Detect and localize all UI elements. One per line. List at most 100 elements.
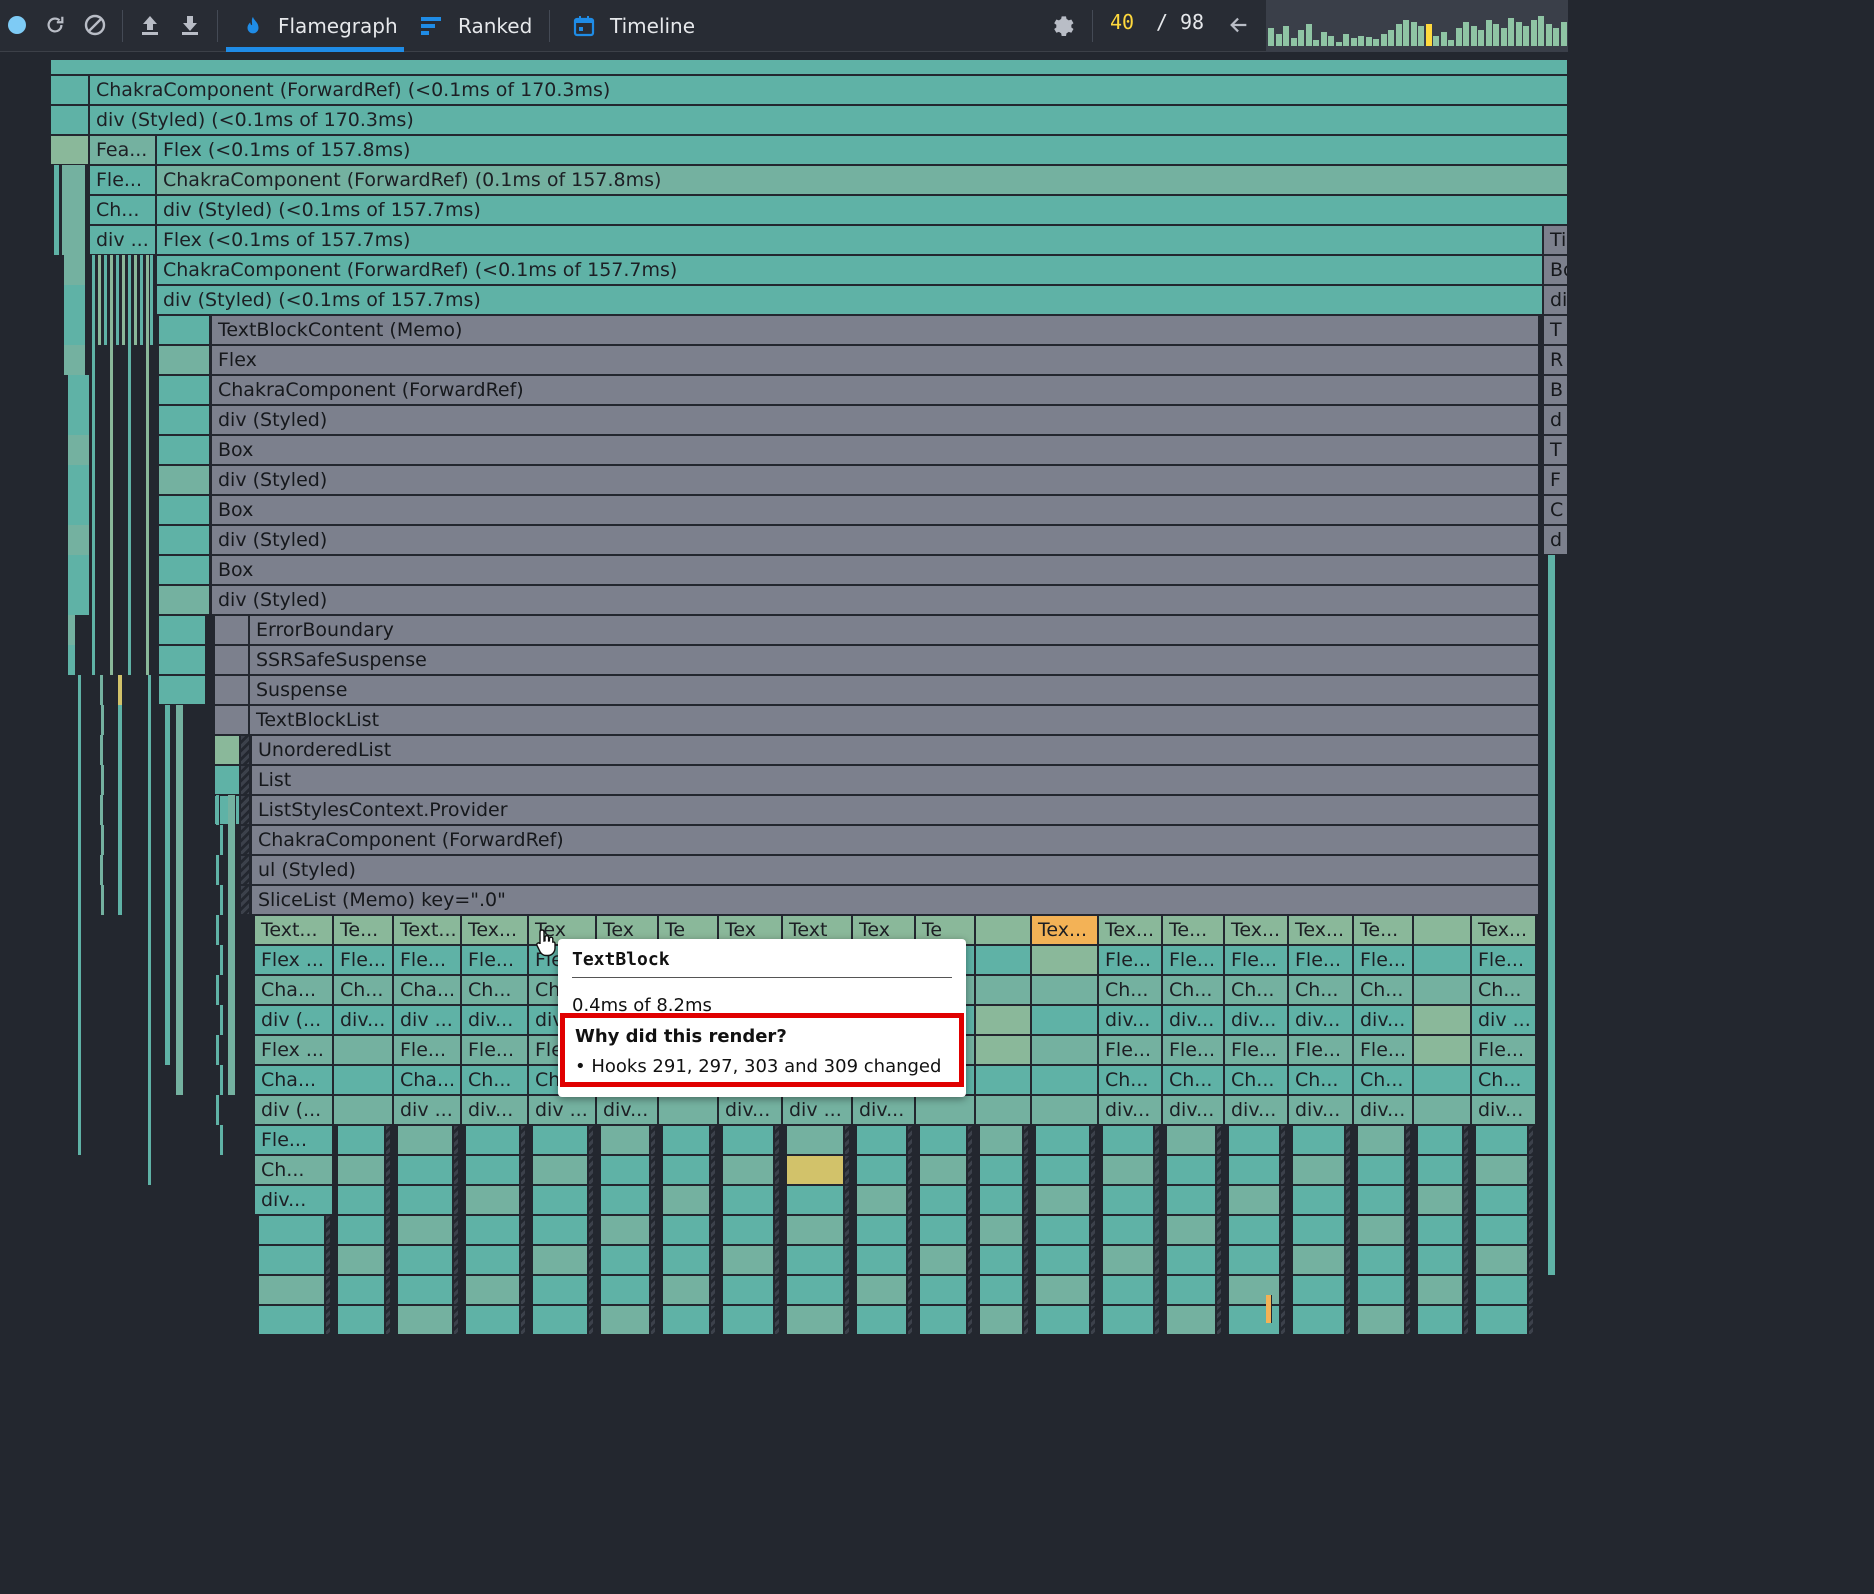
flame-node-slice[interactable] <box>101 765 105 795</box>
flame-node-leaf[interactable]: Tex... <box>1288 915 1353 945</box>
flame-node-edge[interactable]: C <box>1543 495 1568 525</box>
record-button[interactable] <box>0 8 34 42</box>
flame-node-slice[interactable] <box>110 495 114 525</box>
load-profile-button[interactable] <box>133 8 167 42</box>
flame-node-hatched[interactable] <box>453 1185 459 1215</box>
flame-node-leaf[interactable]: Fle... <box>333 945 393 975</box>
flame-node-slice[interactable] <box>1548 1065 1556 1095</box>
flame-node-slice[interactable] <box>1548 1185 1556 1215</box>
flame-node-hatched[interactable] <box>385 1245 391 1275</box>
flame-node-stub[interactable] <box>722 1215 774 1245</box>
flame-node-stub[interactable] <box>856 1125 907 1155</box>
flame-node-leaf[interactable]: div ... <box>528 1095 596 1125</box>
flame-node-stub[interactable] <box>979 1155 1023 1185</box>
flame-node-leaf[interactable]: Ch... <box>1162 975 1224 1005</box>
flame-node-stub[interactable] <box>1166 1125 1216 1155</box>
flame-node-leaf[interactable]: Ch... <box>254 1155 333 1185</box>
flame-node-slice[interactable] <box>228 855 236 885</box>
flame-node-hatched[interactable] <box>385 1275 391 1305</box>
flame-node-slice[interactable] <box>176 1005 184 1035</box>
flame-node-hatched[interactable] <box>325 1305 331 1334</box>
flame-node-hatched[interactable] <box>1216 1185 1222 1215</box>
flame-node-leaf[interactable]: Fle... <box>1471 945 1536 975</box>
flame-node-leaf[interactable] <box>975 1065 1031 1095</box>
flame-node-slice[interactable] <box>165 915 171 945</box>
flame-node[interactable] <box>158 315 210 345</box>
previous-commit-button[interactable] <box>1222 8 1256 42</box>
flame-node-stub[interactable] <box>1166 1155 1216 1185</box>
flame-node-slice[interactable] <box>68 435 90 465</box>
flame-node[interactable] <box>158 405 210 435</box>
flame-node-hatched[interactable] <box>1090 1125 1096 1155</box>
flame-node-hatched[interactable] <box>1405 1155 1411 1185</box>
flame-node-row-14[interactable]: Box <box>211 495 1539 525</box>
flame-node-leaf[interactable] <box>1413 1095 1471 1125</box>
flame-node-hatched[interactable] <box>588 1215 594 1245</box>
commit-bar[interactable] <box>1455 28 1462 46</box>
flame-node-row-22[interactable]: UnorderedList <box>251 735 1539 765</box>
flame-node-slice[interactable] <box>176 885 184 915</box>
flame-node-stub[interactable] <box>258 1275 325 1305</box>
flame-node-leaf[interactable] <box>915 1095 975 1125</box>
flame-node-hatched[interactable] <box>650 1245 656 1275</box>
flame-node-slice[interactable] <box>78 765 82 795</box>
flame-node-stub[interactable] <box>1357 1185 1405 1215</box>
flame-node-hatched[interactable] <box>1154 1185 1160 1215</box>
flame-node-slice[interactable] <box>148 915 152 945</box>
flame-node-stub[interactable] <box>662 1275 710 1305</box>
flame-node-stub[interactable] <box>258 1215 325 1245</box>
flame-node-hatched[interactable] <box>650 1155 656 1185</box>
flame-node-hatched[interactable] <box>385 1185 391 1215</box>
flame-node-stub[interactable] <box>532 1155 588 1185</box>
tab-ranked[interactable]: Ranked <box>420 0 532 52</box>
flame-node-slice[interactable] <box>64 345 86 375</box>
flame-node-slice[interactable] <box>228 1035 236 1065</box>
commit-bar[interactable] <box>1328 36 1334 46</box>
flame-node-stub[interactable] <box>786 1275 844 1305</box>
flame-node-hatched[interactable] <box>774 1185 780 1215</box>
flame-node-edge[interactable]: Ti <box>1543 225 1568 255</box>
flame-node-hatched[interactable] <box>1090 1155 1096 1185</box>
flame-node-slice[interactable] <box>78 735 82 765</box>
flame-node-stub[interactable] <box>1228 1215 1280 1245</box>
flame-node-slice[interactable] <box>110 345 114 375</box>
flame-node-hatched[interactable] <box>1405 1125 1411 1155</box>
flame-node-slice[interactable] <box>176 975 184 1005</box>
flame-node[interactable] <box>158 375 210 405</box>
flame-node-slice[interactable] <box>64 315 86 345</box>
flame-node-stub[interactable] <box>919 1305 967 1334</box>
flame-node-stub[interactable] <box>919 1125 967 1155</box>
flame-node-stub[interactable] <box>1102 1305 1154 1334</box>
flame-node-slice[interactable] <box>165 1035 171 1065</box>
flame-node-slice[interactable] <box>62 165 86 195</box>
commit-bar[interactable] <box>1313 40 1319 46</box>
flame-node-slice[interactable] <box>92 465 96 495</box>
flame-node-leaf[interactable]: Flex ... <box>254 1035 333 1065</box>
flame-node-slice[interactable] <box>216 795 220 825</box>
flame-node-slice[interactable] <box>216 975 220 1005</box>
flame-node-stub[interactable] <box>1357 1305 1405 1334</box>
flame-node-slice[interactable] <box>54 195 60 225</box>
flame-node-slice[interactable] <box>78 675 82 705</box>
flame-node-stub[interactable] <box>337 1215 385 1245</box>
flame-node-leaf[interactable] <box>975 1035 1031 1065</box>
flame-node-leaf[interactable]: div... <box>1098 1005 1162 1035</box>
flame-node-stub[interactable] <box>662 1155 710 1185</box>
flame-node-slice[interactable] <box>165 975 171 1005</box>
flame-node-hatched[interactable] <box>385 1125 391 1155</box>
flame-node-slice[interactable] <box>118 855 123 885</box>
flame-node-slice[interactable] <box>78 945 82 975</box>
flame-node[interactable] <box>158 345 210 375</box>
commit-bar[interactable] <box>1515 22 1522 46</box>
flame-node-hatched[interactable] <box>710 1125 716 1155</box>
flame-node-hatched[interactable] <box>710 1275 716 1305</box>
flame-node-hatched[interactable] <box>1280 1275 1286 1305</box>
flame-node-stub[interactable] <box>1228 1305 1280 1334</box>
flame-node-slice[interactable] <box>68 585 90 615</box>
flame-node-stub[interactable] <box>337 1305 385 1334</box>
flame-node-hatched[interactable] <box>1154 1155 1160 1185</box>
flame-node-slice[interactable] <box>176 855 184 885</box>
commit-bar[interactable] <box>1463 22 1469 46</box>
flame-node-stub[interactable] <box>979 1185 1023 1215</box>
flame-node-stub[interactable] <box>786 1155 844 1185</box>
